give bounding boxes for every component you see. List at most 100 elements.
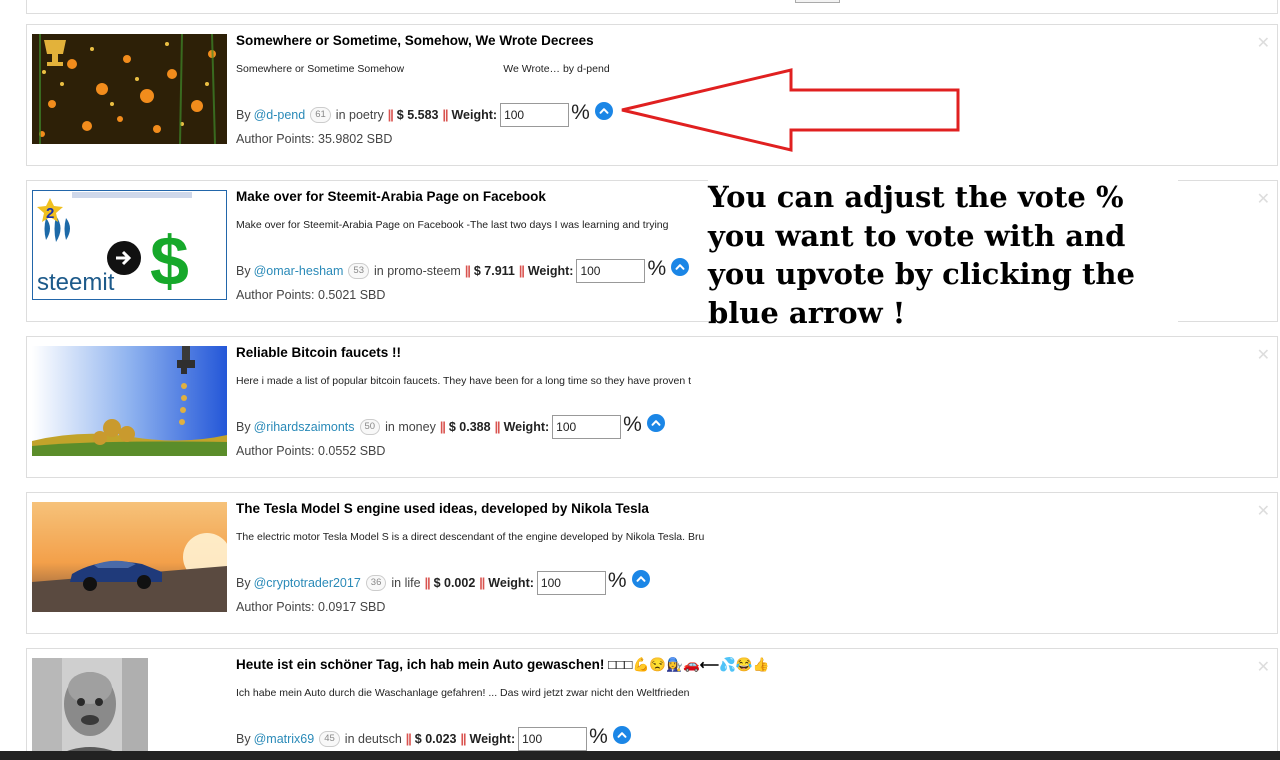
category-prefix: in	[344, 732, 355, 746]
author-link[interactable]: @cryptotrader2017	[254, 576, 361, 590]
post-thumbnail[interactable]: 2 steemit $	[32, 190, 227, 300]
taskbar-edge	[0, 751, 1280, 760]
previous-post-button[interactable]	[795, 0, 840, 3]
category-prefix: in	[391, 576, 402, 590]
category-prefix: in	[385, 420, 395, 434]
post-thumbnail[interactable]	[32, 502, 227, 612]
upvote-button[interactable]	[671, 258, 690, 276]
upvote-button[interactable]	[631, 570, 650, 588]
separator: ||	[518, 264, 525, 278]
separator: ||	[424, 576, 431, 590]
post-title[interactable]: The Tesla Model S engine used ideas, dev…	[236, 501, 649, 516]
payout-value: $ 7.911	[473, 264, 515, 278]
post-excerpt: Ich habe mein Auto durch die Waschanlage…	[236, 687, 690, 699]
weight-input[interactable]	[576, 259, 646, 283]
payout-value: $ 5.583	[396, 108, 439, 122]
upvote-button[interactable]	[646, 414, 665, 432]
separator: ||	[405, 732, 412, 746]
post-meta: By @omar-hesham 53 in promo-steem || $ 7…	[236, 257, 690, 283]
percent-sign: %	[623, 413, 642, 436]
tesla-car-image	[32, 502, 227, 612]
post-card: The Tesla Model S engine used ideas, dev…	[26, 492, 1278, 634]
by-label: By	[236, 732, 251, 746]
weight-label: Weight:	[527, 264, 574, 278]
separator: ||	[387, 108, 394, 122]
chevron-up-icon	[651, 420, 661, 426]
close-icon[interactable]: ✕	[1257, 501, 1270, 521]
category-prefix: in	[335, 108, 346, 122]
post-thumbnail[interactable]	[32, 34, 227, 144]
chevron-up-icon	[617, 732, 627, 738]
separator: ||	[442, 108, 448, 122]
thumb-text: steemit	[37, 269, 115, 296]
thumb-badge: 2	[46, 205, 54, 222]
author-link[interactable]: @d-pend	[254, 108, 306, 122]
portrait-photo-image	[32, 658, 148, 758]
chevron-up-icon	[636, 576, 646, 582]
payout-value: $ 0.002	[433, 576, 476, 590]
category-label: money	[398, 420, 436, 434]
post-meta: By @cryptotrader2017 36 in life || $ 0.0…	[236, 569, 650, 595]
close-icon[interactable]: ✕	[1257, 345, 1270, 365]
reputation-badge: 50	[359, 419, 381, 435]
post-title[interactable]: Somewhere or Sometime, Somehow, We Wrote…	[236, 33, 594, 48]
post-card: Reliable Bitcoin faucets !! Here i made …	[26, 336, 1278, 478]
close-icon[interactable]: ✕	[1257, 33, 1270, 53]
reputation-badge: 61	[310, 107, 331, 123]
post-meta: By @matrix69 45 in deutsch || $ 0.023 ||…	[236, 725, 631, 751]
weight-input[interactable]	[500, 103, 570, 127]
weight-input[interactable]	[518, 727, 588, 751]
category-label: promo-steem	[387, 264, 461, 278]
post-excerpt: The electric motor Tesla Model S is a di…	[236, 531, 705, 543]
post-meta: By @d-pend 61 in poetry || $ 5.583 || We…	[236, 101, 613, 127]
post-meta: By @rihardszaimonts 50 in money || $ 0.3…	[236, 413, 665, 439]
author-points: Author Points: 0.0917 SBD	[236, 600, 386, 614]
chevron-up-icon	[675, 264, 685, 270]
percent-sign: %	[607, 569, 627, 592]
by-label: By	[236, 264, 251, 278]
close-icon[interactable]: ✕	[1257, 189, 1270, 209]
bitcoin-faucet-image	[32, 346, 227, 456]
post-excerpt: Somewhere or Sometime Somehow We Wrote… …	[236, 63, 610, 75]
weight-input[interactable]	[536, 571, 606, 595]
separator: ||	[494, 420, 501, 434]
by-label: By	[236, 108, 251, 122]
weight-label: Weight:	[451, 108, 498, 122]
percent-sign: %	[647, 257, 667, 280]
author-points: Author Points: 0.5021 SBD	[236, 288, 386, 302]
by-label: By	[236, 576, 251, 590]
category-label: poetry	[349, 108, 384, 122]
payout-value: $ 0.023	[414, 732, 457, 746]
payout-value: $ 0.388	[448, 420, 491, 434]
author-points: Author Points: 35.9802 SBD	[236, 132, 393, 146]
weight-input[interactable]	[552, 415, 622, 439]
annotation-text: You can adjust the vote % you want to vo…	[708, 178, 1178, 332]
weight-label: Weight:	[488, 576, 534, 590]
percent-sign: %	[571, 101, 590, 124]
separator: ||	[439, 420, 446, 434]
post-thumbnail[interactable]	[32, 346, 227, 456]
weight-label: Weight:	[469, 732, 516, 746]
reputation-badge: 36	[365, 575, 387, 591]
by-label: By	[236, 420, 251, 434]
separator: ||	[460, 732, 467, 746]
author-link[interactable]: @omar-hesham	[254, 264, 344, 278]
close-icon[interactable]: ✕	[1257, 657, 1270, 677]
post-title[interactable]: Reliable Bitcoin faucets !!	[236, 345, 401, 360]
thumb-symbol: $	[150, 222, 189, 300]
percent-sign: %	[589, 725, 608, 748]
author-link[interactable]: @matrix69	[254, 732, 315, 746]
separator: ||	[464, 264, 471, 278]
post-title[interactable]: Heute ist ein schöner Tag, ich hab mein …	[236, 657, 770, 673]
post-excerpt: Here i made a list of popular bitcoin fa…	[236, 375, 692, 387]
category-label: life	[404, 576, 421, 590]
author-points: Author Points: 0.0552 SBD	[236, 444, 386, 458]
post-thumbnail[interactable]	[32, 658, 148, 758]
page: Somewhere or Sometime, Somehow, We Wrote…	[0, 0, 1280, 760]
previous-post-card	[26, 0, 1278, 14]
post-title[interactable]: Make over for Steemit-Arabia Page on Fac…	[236, 189, 546, 204]
author-link[interactable]: @rihardszaimonts	[254, 420, 355, 434]
reputation-badge: 45	[319, 731, 340, 747]
post-card: Heute ist ein schöner Tag, ich hab mein …	[26, 648, 1278, 760]
upvote-button[interactable]	[612, 726, 631, 744]
